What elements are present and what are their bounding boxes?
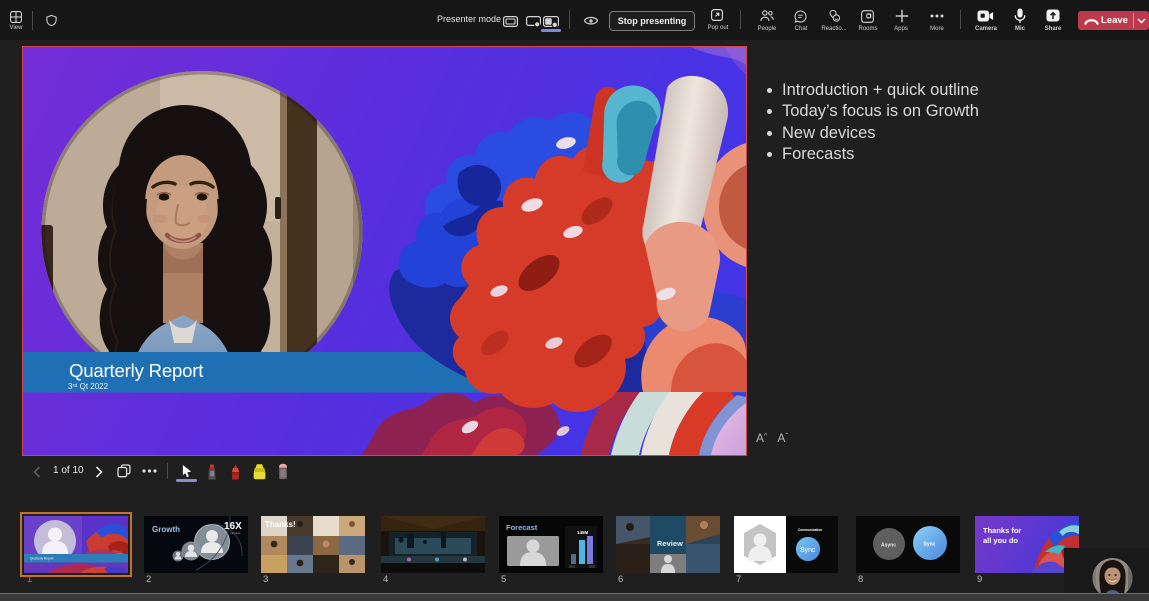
svg-text:minutes: minutes <box>230 531 241 535</box>
svg-text:Sync: Sync <box>800 547 816 554</box>
svg-text:Quarterly Report: Quarterly Report <box>69 360 204 381</box>
svg-text:Communication: Communication <box>798 528 822 532</box>
svg-text:all you do: all you do <box>983 536 1018 545</box>
svg-text:Sync: Sync <box>924 542 936 548</box>
svg-text:Growth: Growth <box>152 525 180 534</box>
svg-text:3ʳᵈ Qt 2022: 3ʳᵈ Qt 2022 <box>68 382 109 391</box>
svg-text:Quarterly Report: Quarterly Report <box>30 557 54 561</box>
svg-text:Review: Review <box>657 539 683 548</box>
svg-text:2023: 2023 <box>589 565 596 569</box>
svg-text:Forecast: Forecast <box>506 523 538 532</box>
svg-text:145M: 145M <box>577 530 589 535</box>
svg-text:2021: 2021 <box>569 565 576 569</box>
svg-text:Thanks!: Thanks! <box>265 520 296 529</box>
svg-text:Async: Async <box>881 543 896 549</box>
svg-text:Thanks for: Thanks for <box>983 526 1021 535</box>
